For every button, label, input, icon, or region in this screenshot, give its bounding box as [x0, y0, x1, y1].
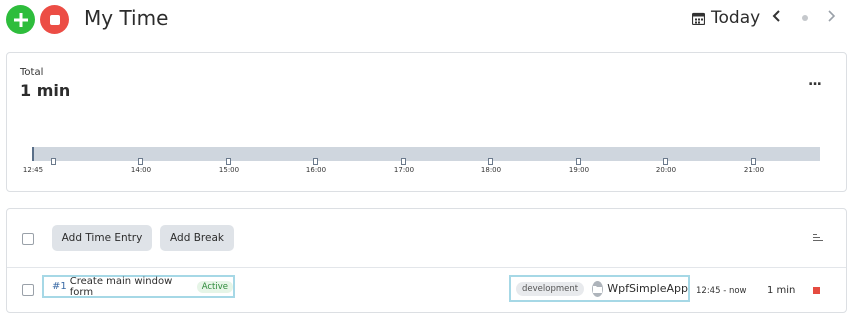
timeline-tick	[663, 158, 668, 165]
page-title: My Time	[84, 6, 169, 30]
timeline-current-marker	[32, 147, 34, 161]
add-break-button[interactable]: Add Break	[160, 225, 234, 251]
timeline-hour-label: 17:00	[393, 166, 415, 174]
entries-card: Add Time Entry Add Break #1 Create main …	[6, 208, 847, 313]
project-name[interactable]: WpfSimpleApp	[607, 282, 688, 295]
current-day-dot[interactable]	[802, 15, 808, 21]
timeline-hour-label: 14:00	[130, 166, 152, 174]
date-label: Today	[711, 8, 761, 28]
timeline-tick	[51, 158, 56, 165]
date-picker-button[interactable]: Today	[692, 8, 760, 28]
timeline-start-label: 12:45	[22, 166, 44, 174]
add-button[interactable]	[6, 5, 35, 34]
entry-duration: 1 min	[767, 285, 796, 296]
stop-button[interactable]	[40, 5, 69, 34]
timeline-hour-label: 19:00	[568, 166, 590, 174]
status-badge: Active	[196, 280, 233, 293]
summary-card: Total 1 min ... 12:45 14:00 15:00 16:00 …	[6, 52, 847, 192]
sort-icon[interactable]	[813, 234, 823, 243]
select-all-checkbox[interactable]	[22, 233, 34, 245]
entry-number: #1	[52, 281, 67, 292]
timeline-tick	[313, 158, 318, 165]
timeline-hour-label: 21:00	[743, 166, 765, 174]
total-value: 1 min	[20, 81, 71, 100]
timeline-hour-label: 20:00	[655, 166, 677, 174]
timeline-tick	[576, 158, 581, 165]
entry-title: Create main window form	[69, 275, 173, 298]
timeline-hour-label: 18:00	[480, 166, 502, 174]
folder-icon	[592, 280, 604, 297]
entry-tags-project[interactable]: development WpfSimpleApp	[509, 275, 690, 302]
stop-icon	[49, 14, 60, 25]
timeline-tick	[401, 158, 406, 165]
calendar-icon	[692, 12, 705, 25]
timeline-hour-label: 15:00	[218, 166, 240, 174]
more-options-icon[interactable]: ...	[808, 73, 822, 89]
timeline-tick	[226, 158, 231, 165]
total-label: Total	[20, 67, 44, 78]
chevron-left-icon[interactable]	[772, 8, 781, 27]
plus-icon	[13, 12, 28, 27]
entry-title-field[interactable]: #1 Create main window form Active	[42, 275, 235, 298]
chevron-right-icon[interactable]	[827, 8, 836, 27]
divider	[7, 267, 846, 268]
timeline-hour-label: 16:00	[305, 166, 327, 174]
stop-entry-icon[interactable]	[813, 287, 820, 294]
entry-time-range[interactable]: 12:45 - now	[696, 286, 747, 296]
timeline-tick	[488, 158, 493, 165]
timeline-tick	[138, 158, 143, 165]
entry-checkbox[interactable]	[22, 284, 34, 296]
timeline-tick	[751, 158, 756, 165]
add-time-entry-button[interactable]: Add Time Entry	[52, 225, 152, 251]
tag-development[interactable]: development	[516, 281, 585, 296]
timeline-bar	[32, 147, 820, 161]
